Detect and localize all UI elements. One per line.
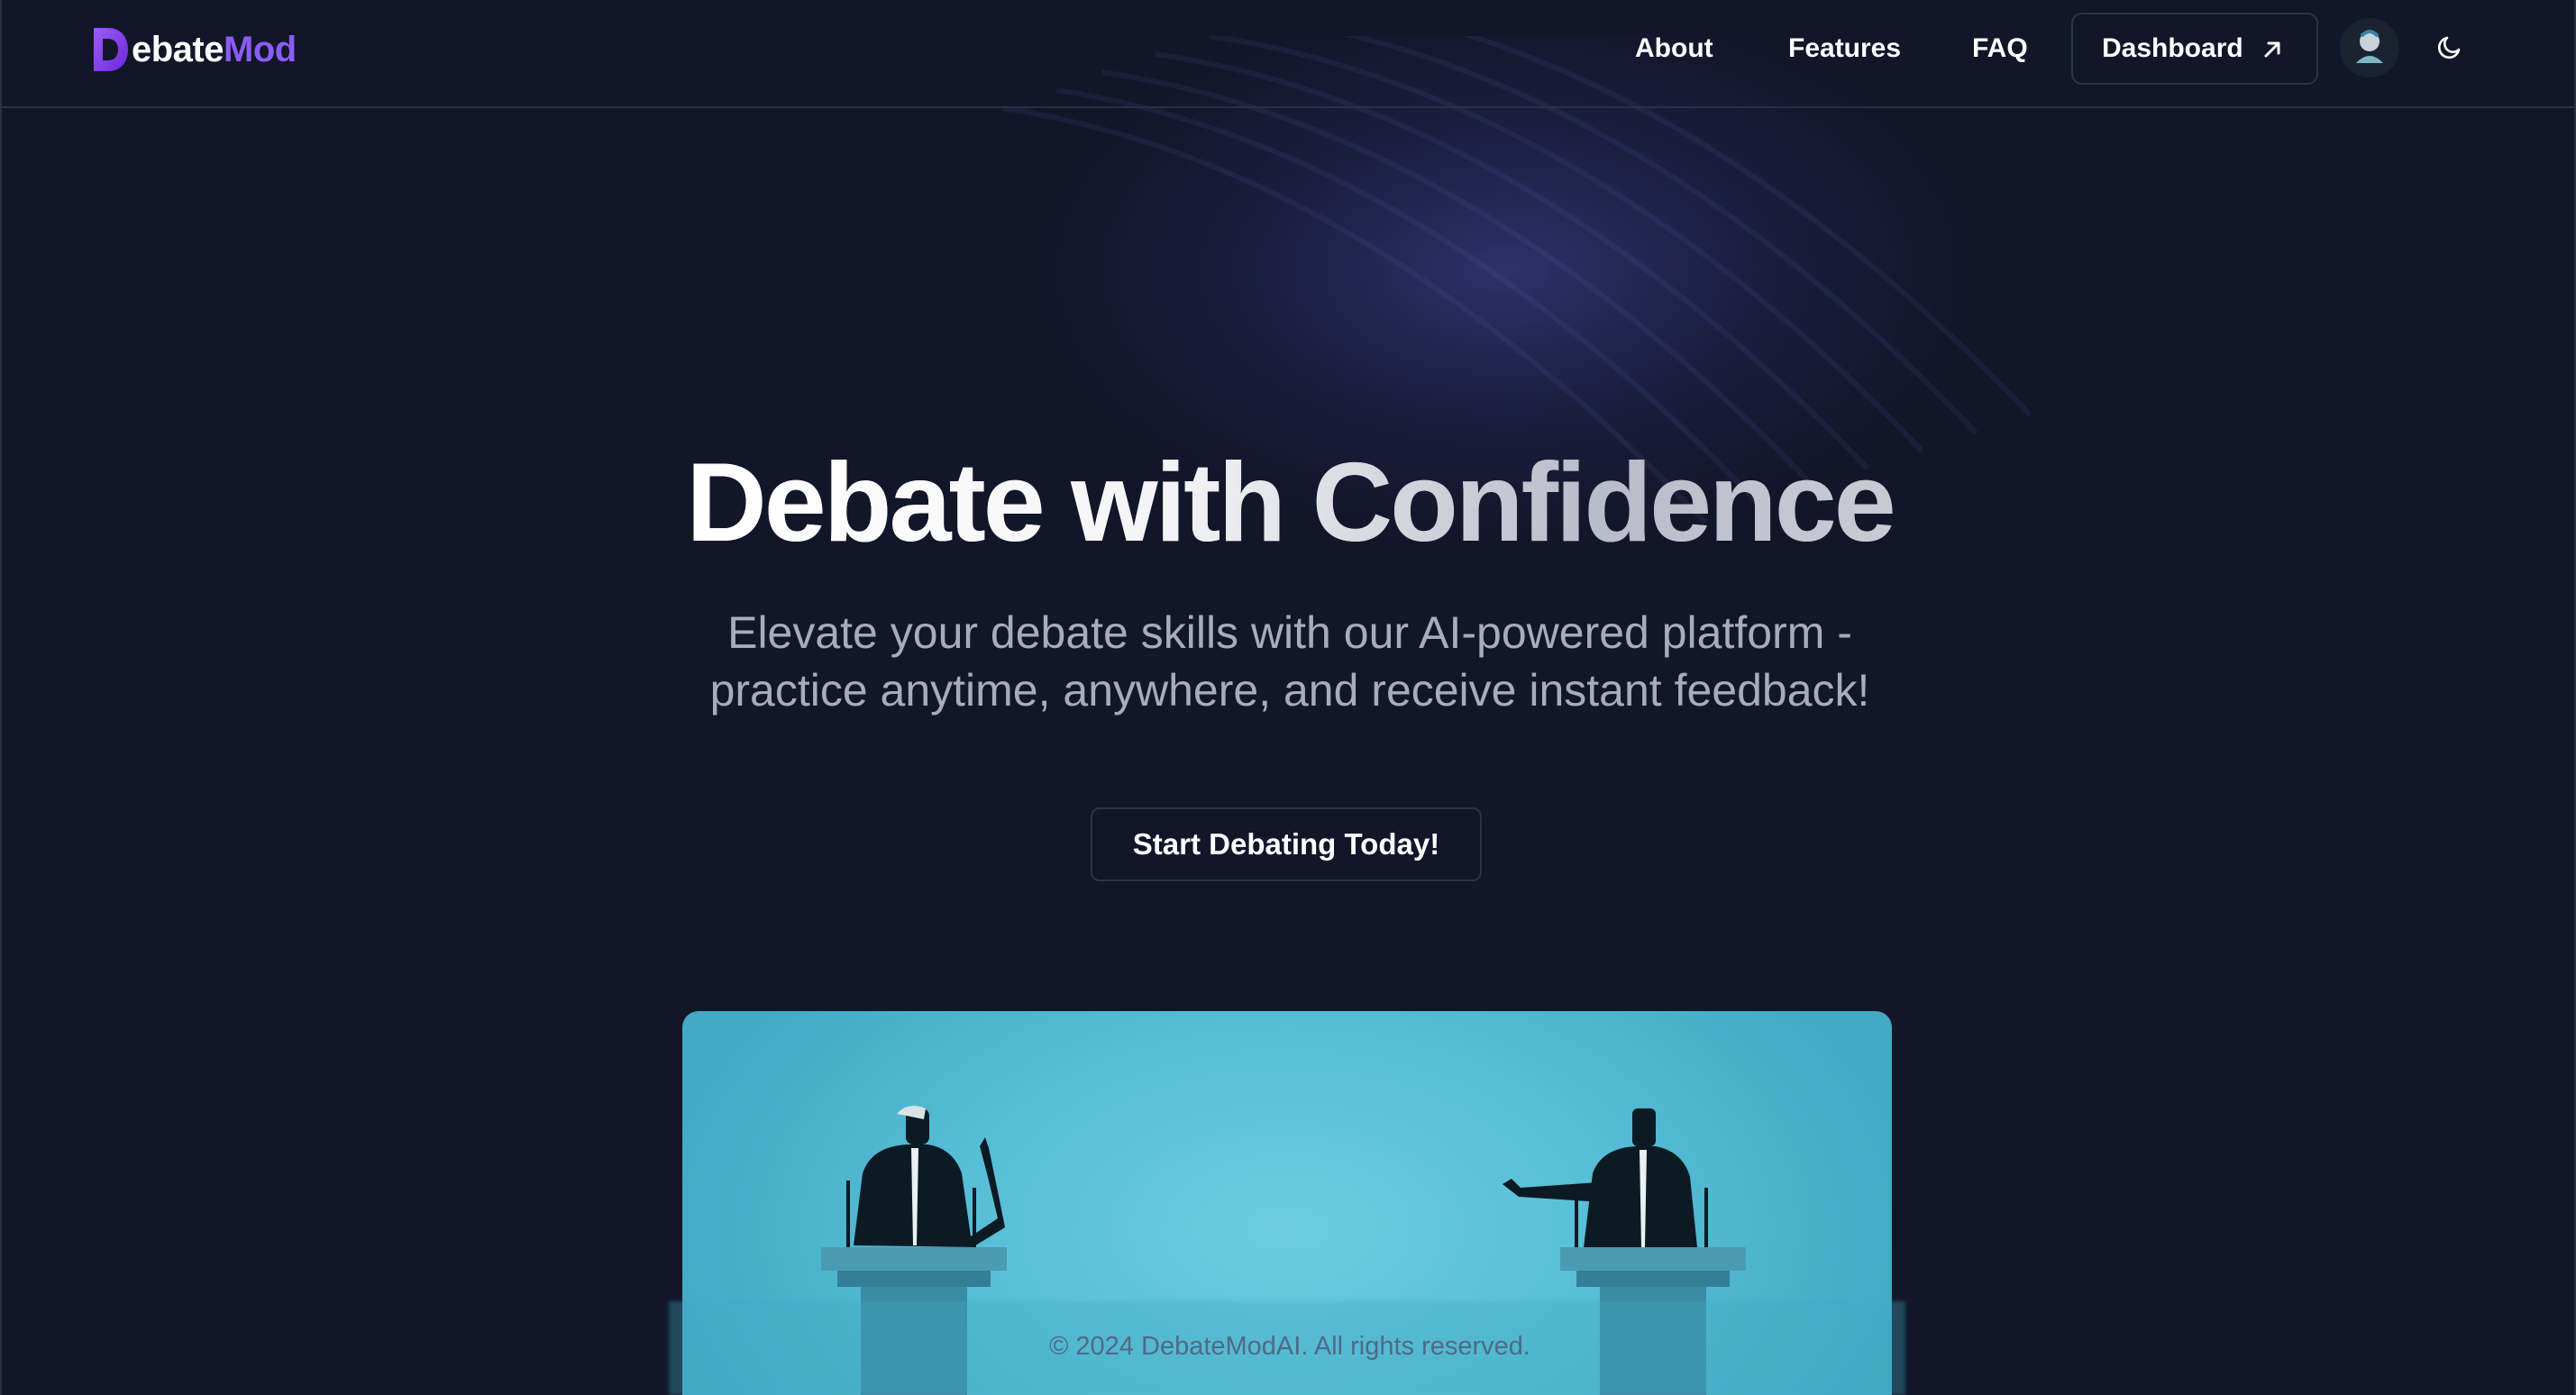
dashboard-button[interactable]: Dashboard (2071, 13, 2318, 85)
hero-subtitle-line-1: Elevate your debate skills with our AI-p… (727, 607, 1852, 658)
hero-title: Debate with Confidence (2, 440, 2574, 566)
theme-toggle-button[interactable] (2430, 27, 2470, 67)
brand-name-accent: Mod (224, 29, 297, 69)
avatar-image (2340, 18, 2399, 78)
nav-link-faq[interactable]: FAQ (1972, 31, 2028, 67)
nav-link-about[interactable]: About (1635, 31, 1713, 67)
logo-d-icon (94, 28, 128, 71)
moon-icon (2437, 36, 2461, 59)
hero-subtitle-line-2: practice anytime, anywhere, and receive … (709, 665, 1870, 716)
left-debater-figure (846, 1106, 1005, 1262)
top-navbar: ebate Mod About Features FAQ Dashboard (2, 0, 2574, 108)
nav-link-features[interactable]: Features (1788, 31, 1901, 67)
dashboard-button-label: Dashboard (2102, 33, 2243, 63)
right-debater-figure (1503, 1108, 1708, 1260)
start-debating-label: Start Debating Today! (1132, 827, 1440, 861)
hero-subtitle: Elevate your debate skills with our AI-p… (633, 604, 1947, 719)
brand-logo[interactable]: ebate Mod (90, 23, 297, 76)
landing-page: ebate Mod About Features FAQ Dashboard De… (0, 0, 2576, 1395)
arrow-up-right-icon (2264, 41, 2280, 58)
brand-name-part: ebate (132, 29, 224, 69)
hero-title-text: Debate with Confidence (686, 441, 1895, 565)
footer-copyright: © 2024 DebateModAI. All rights reserved. (1049, 1332, 1530, 1361)
start-debating-button[interactable]: Start Debating Today! (1091, 807, 1482, 881)
user-avatar[interactable] (2340, 18, 2399, 78)
